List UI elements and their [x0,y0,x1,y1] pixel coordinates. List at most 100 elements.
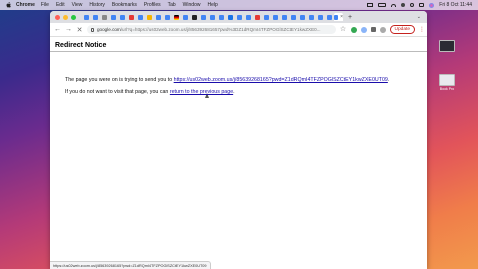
tab[interactable] [226,13,234,21]
control-center-icon[interactable] [419,3,425,7]
spotlight-search-icon[interactable] [410,3,415,7]
tab[interactable] [199,13,207,21]
menu-help[interactable]: Help [207,2,217,8]
tab[interactable] [91,13,99,21]
tab[interactable] [109,13,117,21]
google-favicon-icon [308,14,314,20]
user-icon[interactable] [401,3,406,7]
menu-bookmarks[interactable]: Bookmarks [112,2,137,8]
desktop-item[interactable]: Book Pro [432,74,462,91]
new-tab-button[interactable]: + [348,14,352,21]
menu-edit[interactable]: Edit [56,2,65,8]
desktop-item-label: Book Pro [439,87,455,91]
tab[interactable] [298,13,306,21]
battery-icon[interactable] [378,3,387,7]
tab[interactable] [307,13,315,21]
tab[interactable] [289,13,297,21]
tab[interactable] [82,13,90,21]
lock-icon[interactable] [91,27,94,32]
yellow-favicon-icon [146,14,152,20]
google-favicon-icon [200,14,206,20]
close-tab-icon[interactable]: × [340,14,343,20]
tab[interactable] [262,13,270,21]
tab-active[interactable]: × [334,13,343,21]
blue-favicon-icon [227,14,233,20]
tab[interactable] [163,13,171,21]
tab[interactable] [154,13,162,21]
tab[interactable] [208,13,216,21]
tab[interactable] [217,13,225,21]
browser-menu-icon[interactable]: ⋮ [419,26,425,33]
return-message: If you do not want to visit that page, y… [65,89,235,95]
app-menu[interactable]: Chrome [16,2,35,8]
page-content: Redirect Notice The page you were on is … [50,37,427,269]
google-favicon-icon [119,14,125,20]
extension-green-icon[interactable] [350,26,357,33]
browser-window: × + ⌄ ← → ✕ google.com /url?q=https://us… [50,11,427,269]
google-favicon-icon [236,14,242,20]
apple-icon[interactable] [6,2,11,8]
desktop-thumbnail [439,74,455,86]
tab[interactable] [100,13,108,21]
menu-history[interactable]: History [89,2,105,8]
google-favicon-icon [245,14,251,20]
address-bar[interactable]: google.com /url?q=https://us02web.zoom.u… [87,25,336,34]
status-menus: Fri 8 Oct 11:44 [367,2,472,8]
tab[interactable] [145,13,153,21]
bookmark-star-icon[interactable]: ☆ [340,26,347,34]
tab[interactable] [235,13,243,21]
extension-blue-icon[interactable] [360,26,367,33]
return-previous-page-link[interactable]: return to the previous page [170,89,233,95]
redirect-url-link[interactable]: https://us02web.zoom.us/j/85639268165?pw… [174,77,388,83]
tab[interactable] [325,13,333,21]
tab[interactable] [127,13,135,21]
tab[interactable] [244,13,252,21]
update-button[interactable]: Update [389,25,415,34]
desktop-thumbnail [439,40,455,52]
google-favicon-icon [83,14,89,20]
profile-avatar-icon[interactable] [379,26,386,33]
close-window-button[interactable] [55,14,60,20]
tab[interactable] [316,13,324,21]
tab[interactable] [271,13,279,21]
screen-mirroring-icon[interactable] [367,3,374,7]
desktop-item[interactable] [432,40,462,53]
back-icon[interactable]: ← [54,26,61,33]
google-favicon-icon [326,14,332,20]
tab[interactable] [172,13,180,21]
google-favicon-icon [209,14,215,20]
menu-file[interactable]: File [41,2,49,8]
window-controls [55,14,76,20]
siri-icon[interactable] [429,2,435,8]
menu-window[interactable]: Window [183,2,201,8]
tab[interactable] [253,13,261,21]
google-favicon-icon [263,14,269,20]
google-favicon-icon [334,14,339,20]
forward-icon[interactable]: → [65,26,72,33]
menu-view[interactable]: View [72,2,83,8]
address-path: /url?q=https://us02web.zoom.us/j/8563926… [120,27,321,32]
minimize-window-button[interactable] [63,14,68,20]
tab[interactable] [181,13,189,21]
google-favicon-icon [218,14,224,20]
red-favicon-icon [254,14,260,20]
stop-loading-icon[interactable]: ✕ [76,26,83,34]
google-favicon-icon [272,14,278,20]
tab-search-icon[interactable]: ⌄ [417,14,421,20]
menu-profiles[interactable]: Profiles [144,2,161,8]
google-favicon-icon [155,14,161,20]
tab[interactable] [118,13,126,21]
link-status-bar: https://us02web.zoom.us/j/85639268165?pw… [50,261,211,269]
google-favicon-icon [317,14,323,20]
clock[interactable]: Fri 8 Oct 11:44 [439,2,472,8]
tab[interactable] [280,13,288,21]
zoom-window-button[interactable] [71,14,76,20]
menu-tab[interactable]: Tab [168,2,176,8]
dark-favicon-icon [191,14,197,20]
google-favicon-icon [290,14,296,20]
tab[interactable] [136,13,144,21]
tab-list: × + [82,13,417,21]
extensions-puzzle-icon[interactable] [370,27,376,32]
wifi-icon[interactable] [391,3,397,7]
tab[interactable] [190,13,198,21]
